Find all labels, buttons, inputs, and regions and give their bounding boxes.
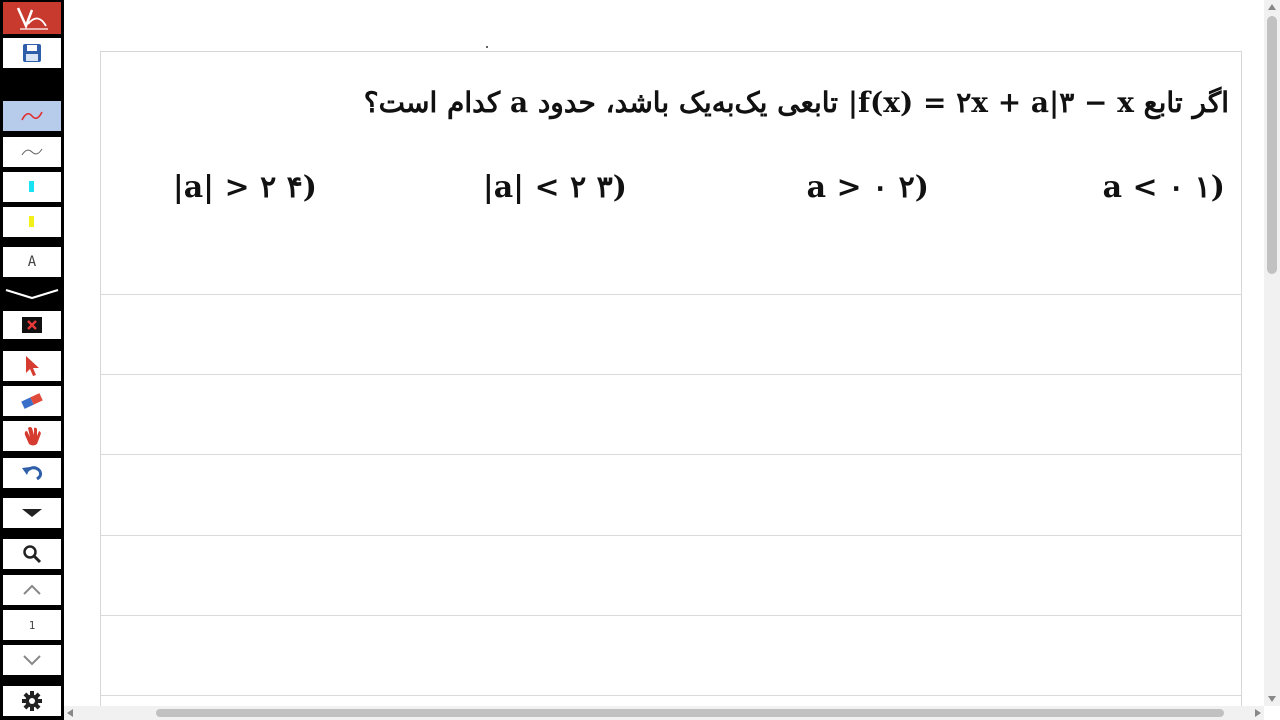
toolbar: A 1 (0, 0, 64, 720)
settings-icon[interactable] (3, 686, 61, 716)
option-3: (۳ |a| < ۲ (483, 170, 627, 205)
highlighter-cyan-icon[interactable] (3, 172, 61, 202)
option-number: (۲ (898, 170, 929, 205)
ruled-line (101, 294, 1241, 295)
ruled-line (101, 695, 1241, 696)
scroll-down-icon[interactable] (1268, 696, 1276, 702)
page-number[interactable]: 1 (3, 610, 61, 640)
page-down-icon[interactable] (3, 645, 61, 675)
clear-icon[interactable] (3, 311, 61, 339)
horizontal-scrollbar[interactable] (64, 706, 1264, 720)
dropdown-icon[interactable] (3, 498, 61, 528)
option-expression: |a| > ۲ (172, 170, 277, 205)
ruled-line (101, 454, 1241, 455)
app-logo-icon[interactable] (3, 2, 61, 34)
scroll-left-icon[interactable] (67, 709, 73, 717)
option-number: (۱ (1194, 170, 1225, 205)
horizontal-scroll-thumb[interactable] (156, 709, 1224, 717)
pen-thin-icon[interactable] (3, 137, 61, 167)
save-icon[interactable] (3, 38, 61, 68)
collapse-chevron-icon[interactable] (3, 284, 61, 304)
document-page[interactable]: اگر تابع f(x) = ۲x + a|۳ − x| تابعی یک‌ب… (100, 51, 1242, 711)
ruled-line (101, 535, 1241, 536)
ruled-line (101, 374, 1241, 375)
option-number: (۴ (286, 170, 317, 205)
vertical-scroll-thumb[interactable] (1267, 16, 1277, 274)
page-number-label: 1 (28, 618, 36, 632)
vertical-scrollbar[interactable] (1264, 0, 1280, 706)
page-up-icon[interactable] (3, 575, 61, 605)
option-expression: a > ۰ (806, 170, 889, 205)
option-expression: a < ۰ (1102, 170, 1185, 205)
option-number: (۳ (596, 170, 627, 205)
option-2: (۲ a > ۰ (807, 170, 929, 205)
undo-icon[interactable] (3, 458, 61, 488)
pen-red-icon[interactable] (3, 101, 61, 131)
pointer-icon[interactable] (3, 351, 61, 381)
question-text: اگر تابع f(x) = ۲x + a|۳ − x| تابعی یک‌ب… (363, 86, 1229, 119)
eraser-icon[interactable] (3, 386, 61, 416)
ruled-line (101, 615, 1241, 616)
zoom-icon[interactable] (3, 539, 61, 569)
hand-icon[interactable] (3, 421, 61, 451)
option-1: (۱ a < ۰ (1103, 170, 1225, 205)
text-tool-label: A (27, 254, 37, 270)
stray-dot (486, 46, 488, 48)
option-4: (۴ |a| > ۲ (173, 170, 317, 205)
scroll-right-icon[interactable] (1255, 709, 1261, 717)
option-expression: |a| < ۲ (482, 170, 587, 205)
highlighter-yellow-icon[interactable] (3, 207, 61, 237)
text-tool-icon[interactable]: A (3, 247, 61, 277)
scroll-up-icon[interactable] (1268, 4, 1276, 10)
